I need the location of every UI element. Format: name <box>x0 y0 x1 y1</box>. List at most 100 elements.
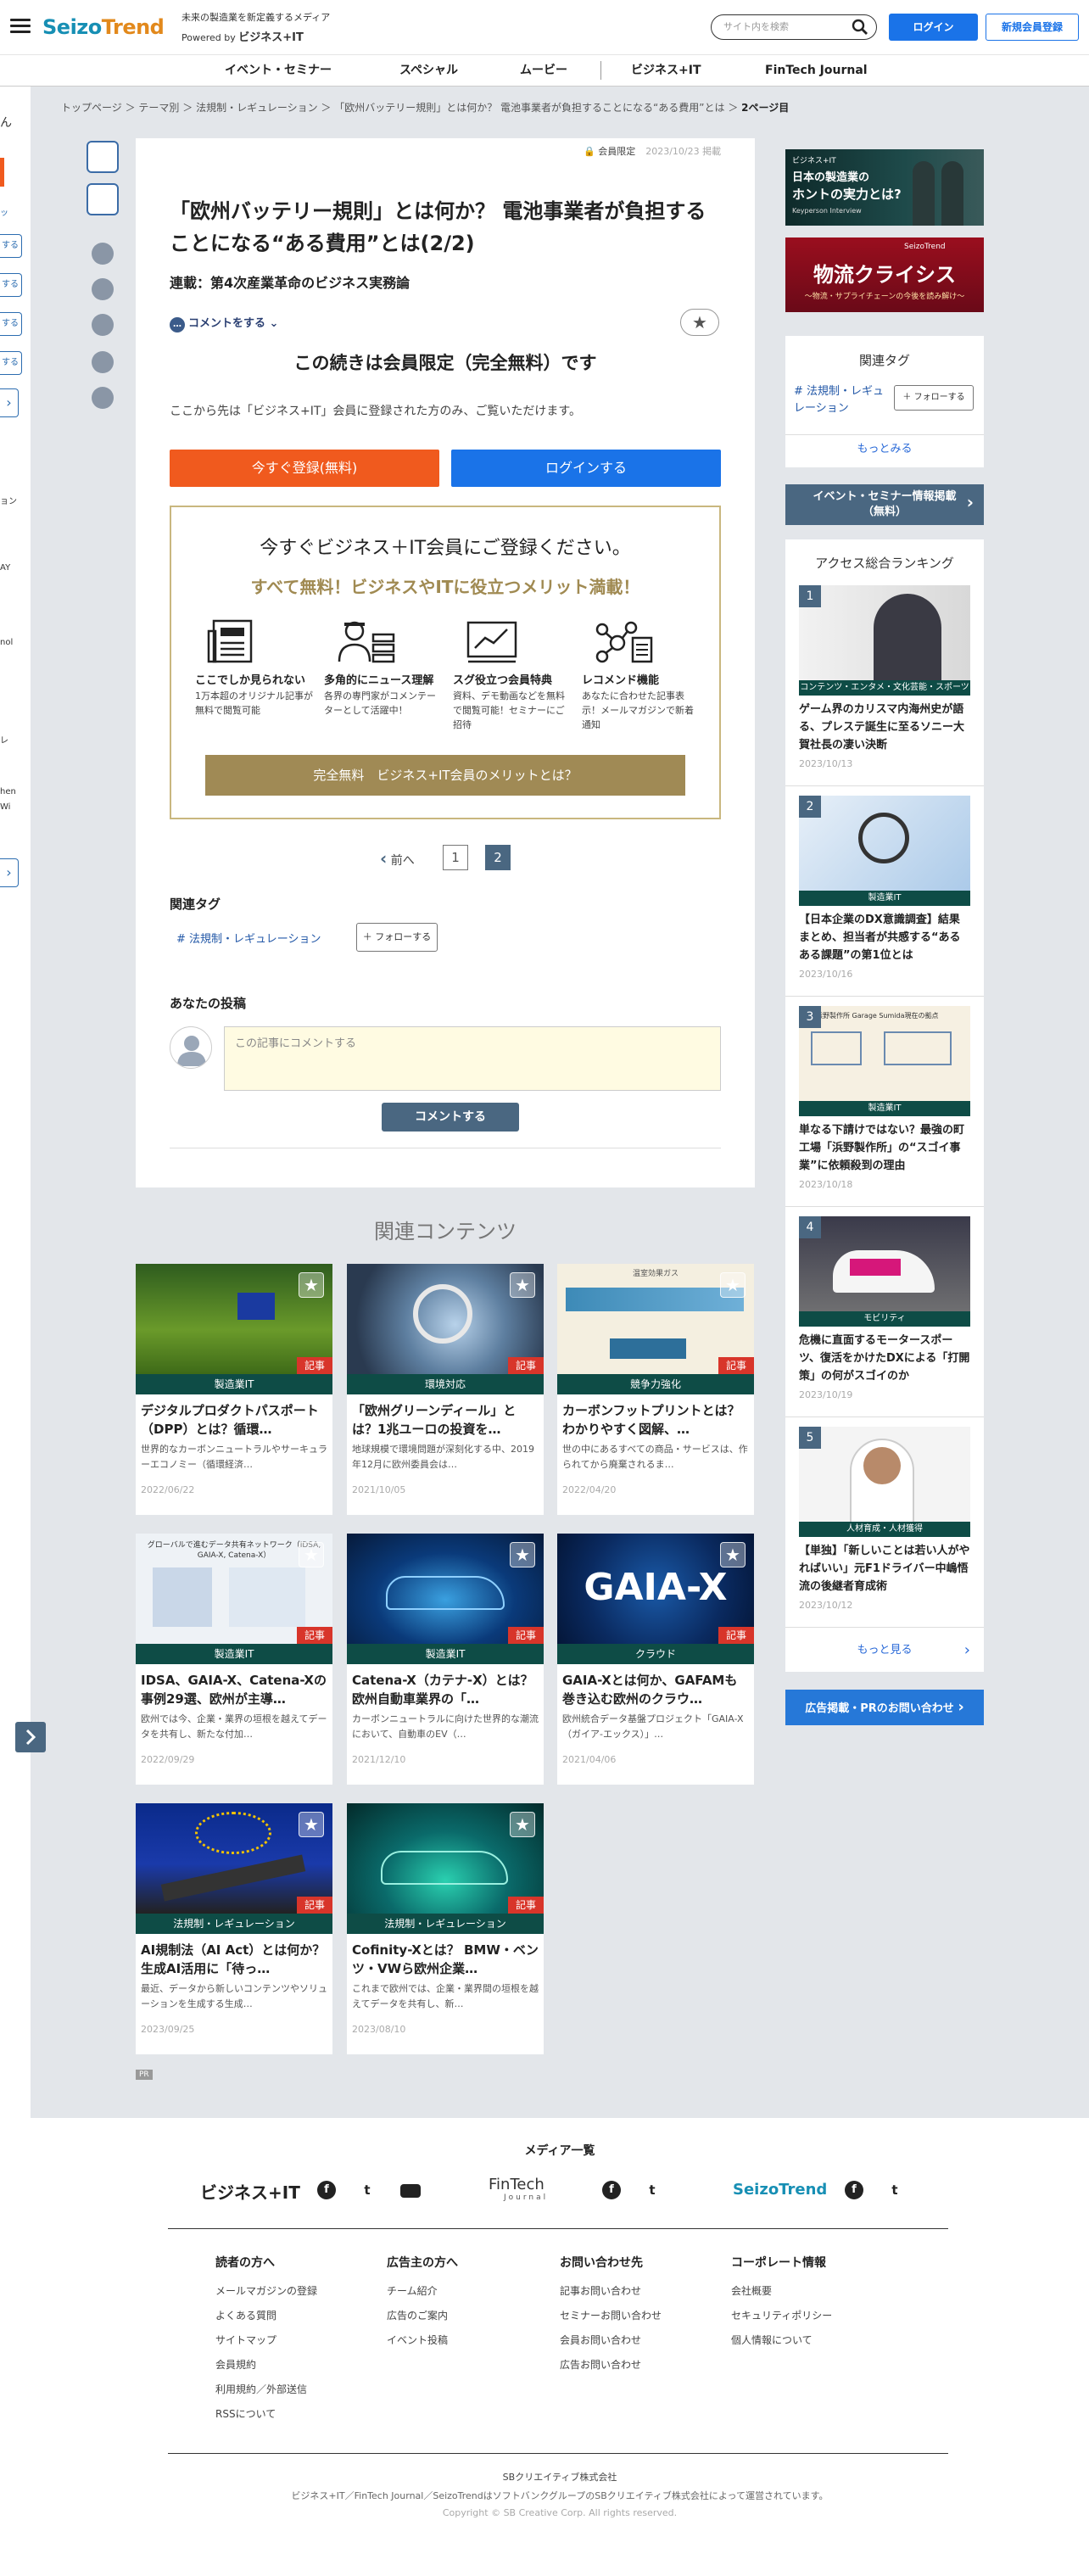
footer-link[interactable]: 会員規約 <box>215 2353 317 2378</box>
nav-item-events[interactable]: イベント・セミナー <box>225 55 332 86</box>
peek-follow-button[interactable]: する <box>0 351 22 375</box>
bookmark-star-icon[interactable]: ★ <box>510 1272 535 1298</box>
footer-brand-seizotrend[interactable]: SeizoTrend <box>733 2181 827 2199</box>
tag-link[interactable]: # 法規制・レギュレーション <box>176 930 321 946</box>
membership-benefits-button[interactable]: 完全無料 ビジネス+IT会員のメリットとは？ <box>205 755 685 796</box>
bookmark-star-icon[interactable]: ★ <box>680 309 719 336</box>
follow-tag-button[interactable]: ＋ フォローする <box>356 923 438 952</box>
youtube-icon[interactable] <box>400 2184 421 2198</box>
search-icon[interactable] <box>852 19 868 36</box>
peek-follow-button[interactable]: する <box>0 312 22 336</box>
comment-link[interactable]: … コメントをする ⌄ <box>170 314 278 332</box>
twitter-icon[interactable]: t <box>885 2181 904 2199</box>
twitter-icon[interactable]: t <box>358 2181 377 2199</box>
nav-item-special[interactable]: スペシャル <box>399 55 458 86</box>
ranking-more-link[interactable]: もっと見る › <box>785 1635 984 1666</box>
footer-brand-businessit[interactable]: ビジネス+IT <box>200 2179 300 2204</box>
related-card[interactable]: ★ 記事 環境対応 「欧州グリーンディール」とは？1兆ユーロの投資を… 地球規模… <box>347 1264 544 1515</box>
footer-link[interactable]: よくある質問 <box>215 2304 317 2328</box>
tag-link[interactable]: # 法規制・レギュレーション <box>794 383 887 417</box>
chevron-right-icon: › <box>966 492 974 512</box>
related-card[interactable]: GAIA-X ★ 記事 クラウド GAIA-Xとは何か、GAFAMも巻き込む欧州… <box>557 1534 754 1785</box>
footer-link[interactable]: 利用規約／外部送信 <box>215 2378 317 2402</box>
car-wireframe-icon <box>381 1851 508 1885</box>
twitter-icon[interactable]: t <box>643 2181 662 2199</box>
facebook-icon[interactable]: f <box>317 2181 336 2199</box>
peek-marker <box>0 158 4 187</box>
pocket-share-icon[interactable] <box>92 387 114 409</box>
event-listing-button[interactable]: イベント・セミナー情報掲載（無料） › <box>785 484 984 525</box>
hamburger-menu-icon[interactable] <box>10 19 31 34</box>
article-badge: 記事 <box>718 1627 754 1644</box>
register-button[interactable]: 新規会員登録 <box>986 14 1079 41</box>
follow-tag-button[interactable]: ＋ フォローする <box>894 385 974 411</box>
site-logo[interactable]: SeizoTrend <box>42 15 165 39</box>
footer-link[interactable]: イベント投稿 <box>387 2328 458 2353</box>
footer-column: 広告主の方へ チーム紹介 広告のご案内 イベント投稿 <box>387 2254 458 2353</box>
bookmark-star-icon[interactable]: ★ <box>720 1272 746 1298</box>
twitter-share-icon[interactable] <box>92 278 114 300</box>
related-date: 2022/04/20 <box>562 1484 617 1495</box>
footer-link[interactable]: チーム紹介 <box>387 2279 458 2304</box>
open-side-panel-button[interactable] <box>15 1722 46 1752</box>
nav-item-businessit[interactable]: ビジネス+IT <box>631 55 701 86</box>
bookmark-star-icon[interactable]: ★ <box>510 1812 535 1837</box>
breadcrumb-item[interactable]: トップページ <box>61 102 122 114</box>
footer-link[interactable]: 会社概要 <box>731 2279 832 2304</box>
related-desc: 最近、データから新しいコンテンツやソリューションを生成する生成… <box>141 1983 327 2009</box>
footer-link[interactable]: 個人情報について <box>731 2328 832 2353</box>
footer-brand-fintech[interactable]: FinTech Journal <box>489 2176 548 2202</box>
related-card[interactable]: グローバルで進むデータ共有ネットワーク（IDSA, GAIA-X, Catena… <box>136 1534 332 1785</box>
footer-link[interactable]: 広告のご案内 <box>387 2304 458 2328</box>
hatena-share-icon[interactable] <box>92 351 114 373</box>
share-button[interactable] <box>87 183 119 215</box>
footer-link[interactable]: RSSについて <box>215 2402 317 2427</box>
pagination-prev[interactable]: ‹ 前へ <box>380 848 415 869</box>
peek-chevron-right-icon[interactable]: › <box>0 858 19 887</box>
banner-manufacturing[interactable]: ビジネス+IT 日本の製造業の ホントの実力とは? Keyperson Inte… <box>785 149 984 226</box>
submit-comment-button[interactable]: コメントする <box>382 1103 519 1132</box>
ad-inquiry-button[interactable]: 広告掲載・PRのお問い合わせ › <box>785 1690 984 1725</box>
bookmark-star-icon[interactable]: ★ <box>510 1542 535 1567</box>
peek-chevron-right-icon[interactable]: › <box>0 388 19 417</box>
pagination-page[interactable]: 1 <box>443 845 468 870</box>
chevron-right-icon: › <box>963 1641 970 1659</box>
login-now-button[interactable]: ログインする <box>451 450 721 487</box>
footer-link[interactable]: セミナーお問い合わせ <box>560 2304 662 2328</box>
footer-link[interactable]: 会員お問い合わせ <box>560 2328 662 2353</box>
footer-link[interactable]: 記事お問い合わせ <box>560 2279 662 2304</box>
nav-item-movie[interactable]: ムービー <box>520 55 567 86</box>
breadcrumb-item[interactable]: 法規制・レギュレーション <box>196 102 318 114</box>
related-card[interactable]: ★ 記事 法規制・レギュレーション AI規制法（AI Act）とは何か？ 生成A… <box>136 1803 332 2054</box>
linkedin-share-icon[interactable] <box>92 314 114 336</box>
article-series[interactable]: 連載：第4次産業革命のビジネス実務論 <box>170 271 410 292</box>
login-button[interactable]: ログイン <box>889 14 978 41</box>
related-card[interactable]: ★ 記事 法規制・レギュレーション Cofinity-Xとは？ BMW・ベンツ・… <box>347 1803 544 2054</box>
related-card[interactable]: 温室効果ガス ★ 記事 競争力強化 カーボンフットプリントとは？わかりやすく図解… <box>557 1264 754 1515</box>
nav-item-fintech[interactable]: FinTech Journal <box>765 55 868 86</box>
peek-follow-button[interactable]: する <box>0 273 22 297</box>
bookmark-share-button[interactable] <box>87 141 119 173</box>
facebook-icon[interactable]: f <box>602 2181 621 2199</box>
footer-link[interactable]: セキュリティポリシー <box>731 2304 832 2328</box>
facebook-share-icon[interactable] <box>92 243 114 265</box>
more-tags-link[interactable]: もっとみる <box>785 439 984 455</box>
footer-link[interactable]: サイトマップ <box>215 2328 317 2353</box>
footer-link[interactable]: 広告お問い合わせ <box>560 2353 662 2378</box>
banner-logistics[interactable]: SeizoTrend 物流クライシス 〜物流・サプライチェーンの今後を読み解け〜 <box>785 237 984 312</box>
bookmark-star-icon[interactable]: ★ <box>720 1542 746 1567</box>
footer-link[interactable]: メールマガジンの登録 <box>215 2279 317 2304</box>
bookmark-star-icon[interactable]: ★ <box>299 1812 324 1837</box>
related-card[interactable]: ★ 記事 製造業IT Catena-X（カテナ-X）とは？ 欧州自動車業界の「…… <box>347 1534 544 1785</box>
peek-text: ョン <box>0 497 17 506</box>
bookmark-star-icon[interactable]: ★ <box>299 1272 324 1298</box>
register-now-button[interactable]: 今すぐ登録(無料) <box>170 450 439 487</box>
breadcrumb-item[interactable]: テーマ別 <box>138 102 179 114</box>
experts-icon <box>336 617 443 665</box>
facebook-icon[interactable]: f <box>845 2181 863 2199</box>
related-card[interactable]: ★ 記事 製造業IT デジタルプロダクトパスポート（DPP）とは？循環… 世界的… <box>136 1264 332 1515</box>
breadcrumb-item[interactable]: 「欧州バッテリー規則」とは何か？ 電池事業者が負担することになる“ある費用”とは <box>334 102 724 114</box>
peek-follow-button[interactable]: する <box>0 234 22 258</box>
bookmark-star-icon[interactable]: ★ <box>299 1542 324 1567</box>
comment-textarea[interactable]: この記事にコメントする <box>224 1026 721 1091</box>
